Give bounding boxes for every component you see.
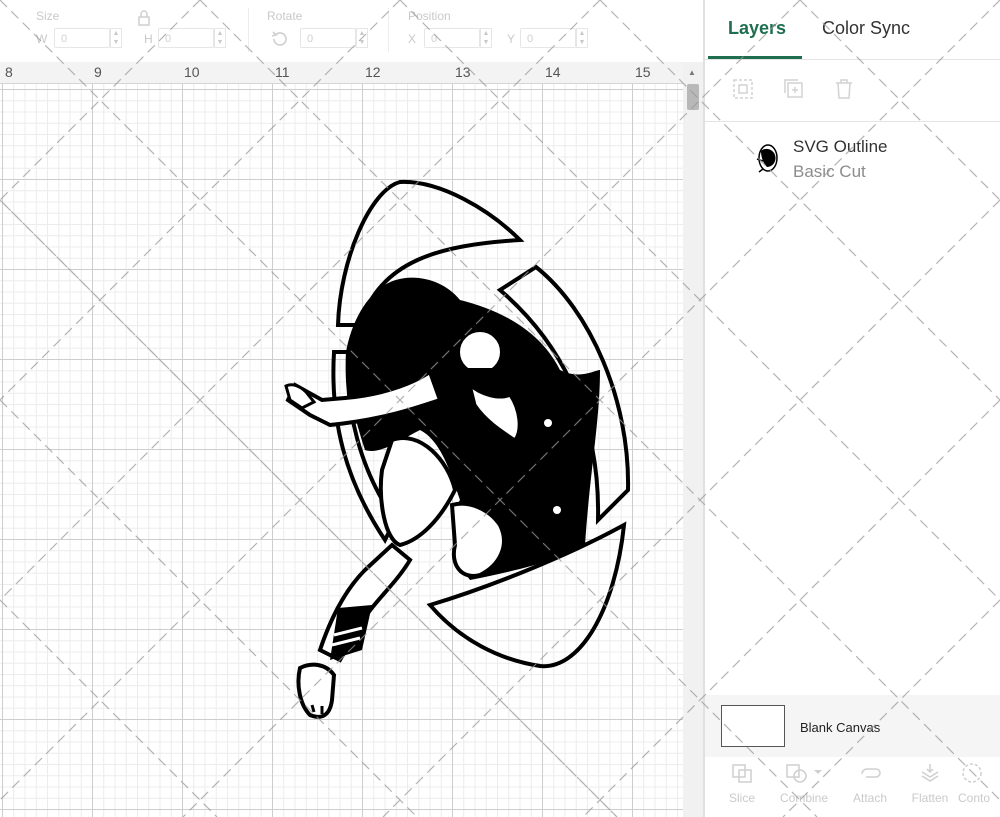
horizontal-ruler: 8 9 10 11 12 13 14 15 — [0, 62, 683, 84]
vertical-scrollbar[interactable]: ▲ — [683, 62, 703, 817]
y-stepper[interactable]: ▲ ▼ — [576, 28, 588, 48]
size-label: Size — [36, 9, 60, 23]
y-label: Y — [507, 32, 516, 46]
jersey-dot — [553, 506, 561, 514]
top-toolbar: Size W 0 ▲ ▼ H 0 ▲ ▼ Rotate 0 ▲ ▼ Position … — [0, 0, 705, 62]
height-stepper[interactable]: ▲ ▼ — [214, 28, 226, 48]
lock-icon[interactable] — [137, 10, 151, 29]
ruler-number: 11 — [275, 64, 290, 80]
width-label: W — [36, 32, 48, 46]
delete-icon[interactable] — [833, 78, 855, 105]
tools-divider — [705, 121, 1000, 122]
blank-canvas-swatch[interactable] — [721, 705, 785, 747]
blank-canvas-row[interactable]: Blank Canvas — [705, 695, 1000, 757]
rotate-icon[interactable] — [270, 29, 290, 54]
x-stepper[interactable]: ▲ ▼ — [480, 28, 492, 48]
ruler-number: 12 — [365, 64, 381, 80]
player-helmet — [456, 328, 504, 376]
attach-label: Attach — [852, 791, 888, 805]
toolbar-separator — [248, 8, 249, 52]
attach-button[interactable]: Attach — [840, 762, 900, 805]
rotate-input[interactable]: 0 — [300, 28, 356, 48]
jersey-dot — [544, 419, 552, 427]
slice-label: Slice — [728, 791, 755, 805]
flatten-icon — [921, 764, 939, 782]
y-input[interactable]: 0 — [520, 28, 576, 48]
flatten-label: Flatten — [911, 791, 949, 805]
player-shoe — [296, 662, 337, 719]
contour-label: Conto — [958, 791, 991, 805]
layer-operation[interactable]: Basic Cut — [793, 162, 866, 182]
tab-color-sync[interactable]: Color Sync — [822, 18, 910, 39]
layer-thumbnail-icon — [755, 143, 781, 178]
ruler-number: 14 — [545, 64, 561, 80]
toolbar-separator — [388, 8, 389, 52]
ruler-number: 15 — [635, 64, 651, 80]
duplicate-icon[interactable] — [783, 78, 805, 105]
tabs-divider — [705, 59, 1000, 60]
ruler-number: 13 — [455, 64, 471, 80]
combine-label: Combine — [779, 791, 829, 805]
width-stepper[interactable]: ▲ ▼ — [110, 28, 122, 48]
tab-layers[interactable]: Layers — [728, 18, 786, 39]
attach-icon — [861, 768, 881, 778]
height-input[interactable]: 0 — [158, 28, 214, 48]
ruler-number: 8 — [5, 64, 13, 80]
scrollbar-thumb[interactable] — [687, 84, 699, 110]
scroll-up-icon[interactable]: ▲ — [688, 68, 696, 77]
slice-icon — [732, 764, 752, 783]
blank-canvas-label: Blank Canvas — [800, 720, 881, 735]
contour-button[interactable]: Conto — [958, 762, 1000, 805]
ruler-number: 9 — [94, 64, 102, 80]
combine-icon — [786, 764, 822, 783]
player-hand — [284, 383, 317, 410]
height-label: H — [144, 32, 153, 46]
layer-name[interactable]: SVG Outline — [793, 137, 888, 157]
ruler-number: 10 — [184, 64, 200, 80]
position-label: Position — [408, 9, 451, 23]
football-kicker-graphic[interactable] — [0, 84, 683, 817]
combine-button[interactable]: Combine — [774, 762, 834, 805]
rotate-stepper[interactable]: ▲ ▼ — [356, 28, 368, 48]
design-canvas[interactable] — [0, 84, 683, 817]
contour-icon — [962, 763, 982, 783]
x-label: X — [408, 32, 417, 46]
slice-button[interactable]: Slice — [712, 762, 772, 805]
rotate-label: Rotate — [267, 9, 303, 23]
group-icon[interactable] — [732, 78, 754, 105]
flatten-button[interactable]: Flatten — [900, 762, 960, 805]
x-input[interactable]: 0 — [424, 28, 480, 48]
width-input[interactable]: 0 — [54, 28, 110, 48]
layers-panel: Layers Color Sync SVG Outline Basic Cut … — [705, 0, 1000, 817]
